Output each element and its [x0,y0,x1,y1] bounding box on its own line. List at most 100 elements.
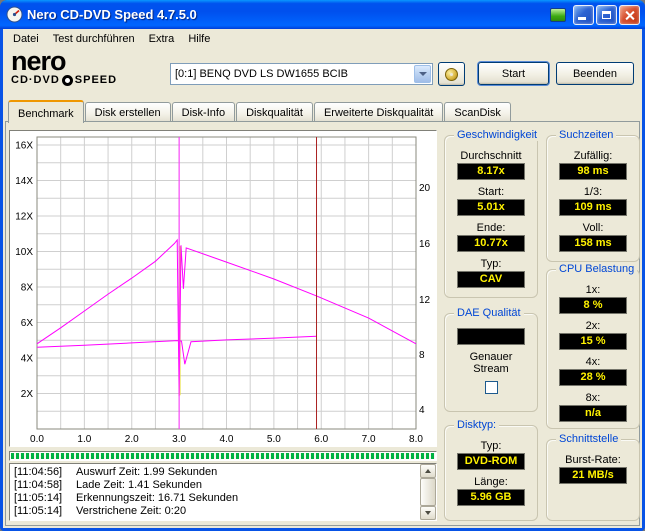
minimize-icon [578,17,586,20]
log-listbox[interactable]: [11:04:56] Auswurf Zeit: 1.99 Sekunden [1… [9,463,437,521]
benchmark-chart-frame: 2X 4X 6X 8X 10X 12X 14X 16X 0.0 1.0 2.0 3.0 4.0 5.0 6.… [9,130,437,447]
scroll-down-button[interactable] [420,506,436,520]
seek-full-display: 158 ms [559,235,627,252]
scroll-thumb[interactable] [420,478,436,506]
titlebar-extra-icon[interactable] [550,8,566,22]
eject-icon [445,67,458,81]
right-axis-tick-label: 4 [419,405,425,416]
seek-third-display: 109 ms [559,199,627,216]
menu-hilfe[interactable]: Hilfe [181,32,217,46]
menu-extra[interactable]: Extra [142,32,182,46]
accurate-stream-checkbox[interactable] [484,381,498,394]
value-label: 4x: [585,356,601,368]
burst-rate-display: 21 MB/s [559,467,627,484]
value-label: Typ: [480,440,502,452]
seek-random-display: 98 ms [559,163,627,180]
app-window: Nero CD-DVD Speed 4.7.5.0 Datei Test dur… [0,0,645,531]
close-icon [624,10,635,21]
eject-button[interactable] [438,62,465,86]
panel-schnittstelle: Schnittstelle Burst-Rate: 21 MB/s [546,433,640,521]
scroll-up-button[interactable] [420,464,436,478]
x-axis-tick-label: 7.0 [362,434,376,445]
quit-button[interactable]: Beenden [556,62,634,85]
tab-erweiterte-diskqualitaet[interactable]: Erweiterte Diskqualität [313,102,444,121]
drive-select[interactable]: [0:1] BENQ DVD LS DW1655 BCIB [170,63,433,85]
value-label: Start: [477,186,505,198]
log-text: Auswurf Zeit: 1.99 Sekunden [76,466,218,478]
log-timestamp: [11:04:56] [14,466,63,478]
log-lines: [11:04:56] Auswurf Zeit: 1.99 Sekunden [1… [10,464,436,520]
cpu-1x-display: 8 % [559,297,627,314]
dae-quality-display [457,328,525,345]
tab-diskqualitaet[interactable]: Diskqualität [236,102,313,121]
combo-dropdown-button[interactable] [414,65,431,83]
log-timestamp: [11:05:14] [14,492,63,504]
minimize-button[interactable] [573,5,594,25]
value-label: 1x: [585,284,601,296]
speed-type-display: CAV [457,271,525,288]
y-axis-tick-label: 14X [15,176,33,187]
menu-test-durchfuehren[interactable]: Test durchführen [46,32,142,46]
y-axis-tick-label: 2X [21,389,34,400]
menu-datei[interactable]: Datei [6,32,46,46]
nero-logo: nero CD·DVD SPEED [11,48,163,92]
average-speed-display: 8.17x [457,163,525,180]
log-line: [11:05:14] Erkennungszeit: 16.71 Sekunden [14,492,416,505]
tab-disk-erstellen[interactable]: Disk erstellen [84,102,171,121]
x-axis-tick-label: 8.0 [409,434,423,445]
y-axis-tick-label: 10X [15,247,33,258]
disc-length-display: 5.96 GB [457,489,525,506]
chevron-down-icon [418,72,427,76]
panel-geschwindigkeit: Geschwindigkeit Durchschnitt 8.17x Start… [444,129,541,298]
x-axis-tick-label: 2.0 [125,434,139,445]
cpu-4x-display: 28 % [559,369,627,386]
log-line: [11:04:56] Auswurf Zeit: 1.99 Sekunden [14,466,416,479]
app-icon[interactable] [6,6,23,23]
right-axis-tick-label: 16 [419,239,431,250]
logo-tagline: CD·DVD SPEED [11,74,163,86]
x-axis-tick-label: 1.0 [77,434,91,445]
value-label: 1/3: [583,186,603,198]
right-axis-tick-label: 20 [419,183,431,194]
tab-benchmark[interactable]: Benchmark [8,100,84,123]
y-axis-tick-label: 12X [15,211,33,222]
titlebar: Nero CD-DVD Speed 4.7.5.0 [0,0,645,29]
value-label: 8x: [585,392,601,404]
right-axis-tick-label: 12 [419,295,431,306]
logo-wordmark: nero [11,46,67,76]
maximize-button[interactable] [596,5,617,25]
start-button[interactable]: Start [478,62,549,85]
panel-title: Suchzeiten [556,129,617,141]
disc-icon [61,74,73,86]
arrow-down-icon [425,511,431,515]
menu-bar: Datei Test durchführen Extra Hilfe [3,29,642,48]
panel-cpu-belastung: CPU Belastung 1x: 8 % 2x: 15 % 4x: 28 % … [546,263,640,429]
value-label: Burst-Rate: [565,454,621,466]
x-axis-tick-label: 0.0 [30,434,44,445]
log-text: Erkennungszeit: 16.71 Sekunden [76,492,239,504]
close-button[interactable] [619,5,640,25]
tab-bar: Benchmark Disk erstellen Disk-Info Diskq… [8,99,512,123]
window-title: Nero CD-DVD Speed 4.7.5.0 [27,7,197,22]
drive-select-value: [0:1] BENQ DVD LS DW1655 BCIB [175,68,349,80]
y-axis-tick-label: 16X [15,140,33,151]
client-area: Datei Test durchführen Extra Hilfe nero … [3,29,642,528]
arrow-up-icon [425,469,431,473]
panel-title: CPU Belastung [556,263,638,275]
value-label: Typ: [480,258,502,270]
value-label: Zufällig: [573,150,613,162]
log-line: [11:04:58] Lade Zeit: 1.41 Sekunden [14,479,416,492]
end-speed-display: 10.77x [457,235,525,252]
log-text: Verstrichene Zeit: 0:20 [76,505,187,517]
tab-scandisk[interactable]: ScanDisk [444,102,511,121]
panel-title: DAE Qualität [454,307,524,319]
panel-disktyp: Disktyp: Typ: DVD-ROM Länge: 5.96 GB [444,419,538,521]
panel-title: Geschwindigkeit [454,129,541,141]
tab-disk-info[interactable]: Disk-Info [171,102,236,121]
y-axis-tick-label: 6X [21,318,34,329]
logo-tagline-left: CD·DVD [11,74,60,86]
log-scrollbar[interactable] [420,464,436,520]
x-axis-tick-label: 3.0 [172,434,186,445]
x-axis-tick-label: 6.0 [314,434,328,445]
benchmark-chart: 2X 4X 6X 8X 10X 12X 14X 16X 0.0 1.0 2.0 3.0 4.0 5.0 6.… [15,136,431,445]
